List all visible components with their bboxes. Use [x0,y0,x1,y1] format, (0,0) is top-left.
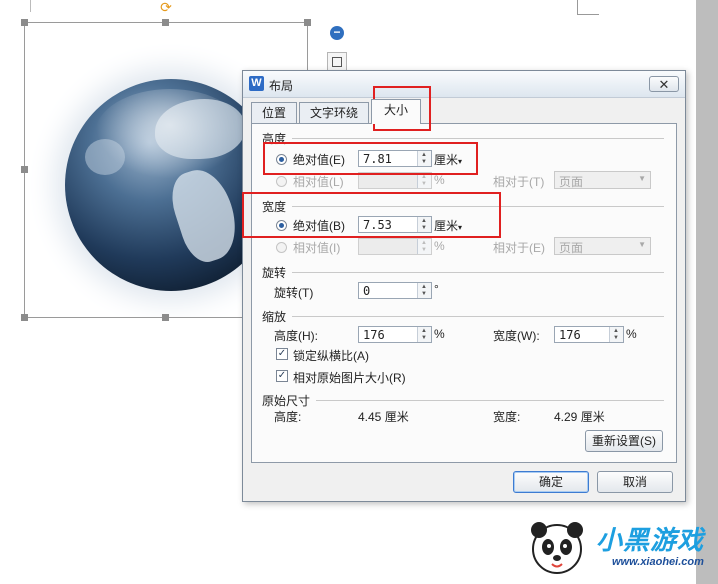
section-divider [292,272,664,273]
ok-button[interactable]: 确定 [513,471,589,493]
resize-handle-top[interactable] [162,19,169,26]
close-button[interactable]: ✕ [649,76,679,92]
height-relative-unit: % [434,173,445,187]
original-width-value: 4.29 厘米 [554,410,605,424]
height-relative-label: 相对值(L) [293,175,344,189]
tab-size[interactable]: 大小 [371,99,421,124]
scale-height-label: 高度(H): [274,329,318,343]
rotate-label: 旋转(T) [274,286,314,300]
width-relative-input[interactable]: ▲ ▼ [358,238,432,255]
height-relative-to-label: 相对于(T) [493,175,545,189]
scale-height-unit: % [434,327,445,341]
resize-handle-top-left[interactable] [21,19,28,26]
scale-width-unit: % [626,327,637,341]
watermark-site: www.xiaohei.com [612,556,704,568]
rotate-unit: ° [434,282,439,296]
resize-handle-top-right[interactable] [304,19,311,26]
section-divider [292,138,664,139]
resize-handle-bottom-left[interactable] [21,314,28,321]
rotate-section-title: 旋转 [262,266,287,280]
width-relative-to-label: 相对于(E) [493,241,545,255]
dialog-titlebar[interactable]: W 布局 ✕ [243,71,685,98]
close-icon: ✕ [658,77,670,92]
section-divider [292,316,664,317]
reset-button[interactable]: 重新设置(S) [585,430,663,452]
height-relative-to-select[interactable]: 页面 ▼ [554,171,651,189]
width-relative-radio[interactable] [276,242,287,253]
canvas-scrollbar-area [696,0,718,584]
highlight-box-height [263,142,478,175]
width-relative-unit: % [434,239,445,253]
scale-width-input[interactable]: 176 ▲ ▼ [554,326,624,343]
original-width-label: 宽度: [493,410,521,424]
section-divider [316,400,664,401]
resize-handle-left[interactable] [21,166,28,173]
width-relative-label: 相对值(I) [293,241,341,255]
tab-position[interactable]: 位置 [251,102,297,123]
page-corner-mark [577,0,578,14]
layout-dialog: W 布局 ✕ 位置 文字环绕 大小 高度 绝对值(E) 7.81 ▲ ▼ 厘米▾ … [242,70,686,502]
rotate-input[interactable]: 0 ▲ ▼ [358,282,432,299]
highlight-box-width [242,192,501,238]
globe-highlight [95,89,245,179]
scale-width-label: 宽度(W): [493,329,540,343]
width-relative-to-select[interactable]: 页面 ▼ [554,237,651,255]
wps-writer-icon: W [249,76,264,91]
cancel-button[interactable]: 取消 [597,471,673,493]
watermark-brand: 小黑游戏 [596,525,705,555]
height-relative-radio[interactable] [276,176,287,187]
layout-options-icon[interactable] [327,52,347,72]
chevron-down-icon: ▼ [638,174,646,183]
rotate-icon[interactable]: ⟳ [159,0,173,14]
page-corner-mark [577,14,599,15]
page-corner-mark [30,0,31,12]
tab-text-wrapping[interactable]: 文字环绕 [299,102,369,123]
original-height-value: 4.45 厘米 [358,410,409,424]
original-height-label: 高度: [274,410,302,424]
scale-height-input[interactable]: 176 ▲ ▼ [358,326,432,343]
lock-aspect-checkbox[interactable]: ✓ [276,348,288,360]
dialog-title: 布局 [269,79,294,93]
scale-section-title: 缩放 [262,310,287,324]
panda-logo [531,522,583,574]
chevron-down-icon: ▼ [638,240,646,249]
resize-handle-bottom[interactable] [162,314,169,321]
original-size-section-title: 原始尺寸 [262,394,311,408]
relative-original-checkbox[interactable]: ✓ [276,370,288,382]
relative-original-label: 相对原始图片大小(R) [293,371,406,385]
lock-aspect-label: 锁定纵横比(A) [293,349,369,363]
minus-circle-icon[interactable]: − [330,26,344,40]
